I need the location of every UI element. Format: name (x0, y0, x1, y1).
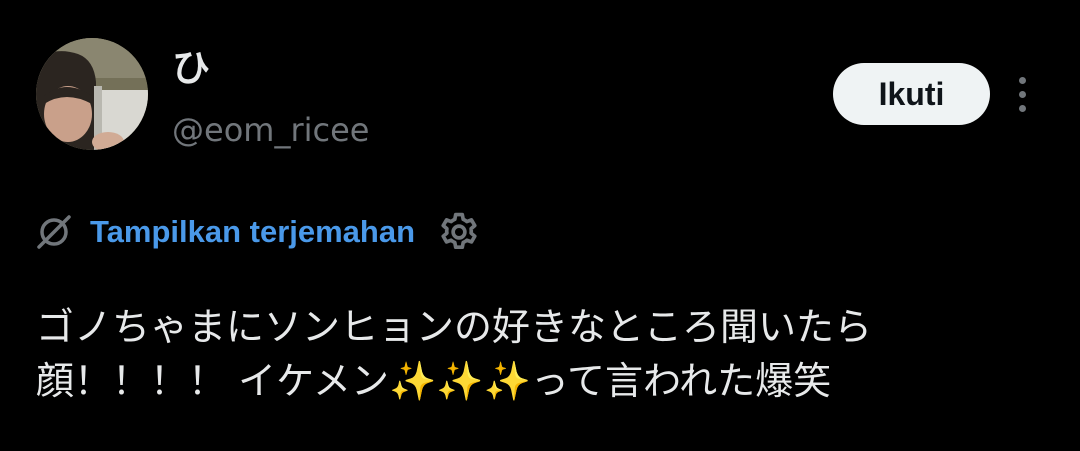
gear-icon[interactable] (437, 210, 481, 254)
follow-button[interactable]: Ikuti (833, 63, 990, 125)
no-translate-icon (37, 215, 71, 249)
avatar[interactable] (36, 38, 148, 150)
user-handle[interactable]: @eom_ricee (172, 108, 369, 152)
tweet-text-line: 顔！！！！ イケメン✨✨✨って言われた爆笑 (36, 359, 832, 403)
tweet-text: ゴノちゃまにソンヒョンの好きなところ聞いたら 顔！！！！ イケメン✨✨✨って言われ… (36, 300, 1046, 408)
vertical-ellipsis-icon (1018, 76, 1026, 84)
display-name[interactable]: ひ (172, 42, 210, 94)
avatar-photo (36, 38, 148, 150)
tweet-text-line: ゴノちゃまにソンヒョンの好きなところ聞いたら (36, 305, 873, 349)
more-options-button[interactable] (1006, 70, 1038, 118)
show-translation-link[interactable]: Tampilkan terjemahan (90, 214, 415, 250)
translation-row: Tampilkan terjemahan (36, 208, 481, 256)
